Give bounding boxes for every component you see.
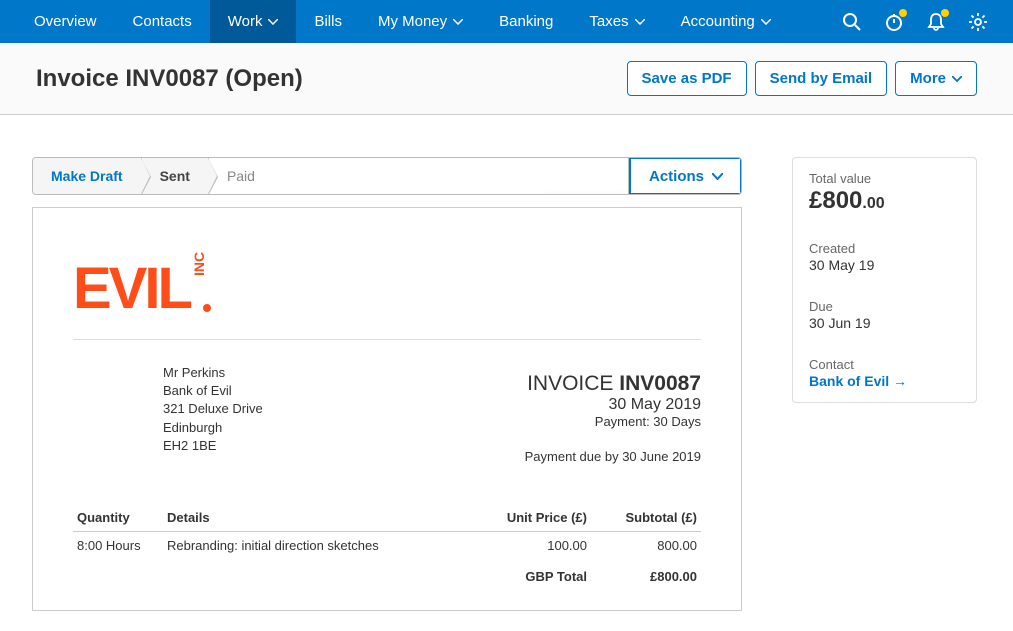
billing-address: Mr Perkins Bank of Evil 321 Deluxe Drive… [73,364,263,464]
created-value: 30 May 19 [809,257,960,273]
search-icon[interactable] [841,11,863,33]
timer-icon[interactable] [883,11,905,33]
invoice-date: 30 May 2019 [525,396,701,414]
invoice-top: Mr Perkins Bank of Evil 321 Deluxe Drive… [73,364,701,464]
status-bar: Make Draft Sent Paid Actions Apply exist… [32,157,742,195]
company-logo: EVIL INC [73,248,215,321]
nav-banking[interactable]: Banking [481,0,571,43]
total-value-amount: £800.00 [809,187,960,215]
chevron-down-icon [712,173,723,180]
chevron-down-icon [952,76,962,82]
invoice-title: INVOICE INV0087 [525,372,701,396]
created-label: Created [809,241,960,256]
status-make-draft[interactable]: Make Draft [33,158,142,194]
main-content: Make Draft Sent Paid Actions Apply exist… [0,115,1013,631]
col-unit-price: Unit Price (£) [481,504,591,532]
top-nav: Overview Contacts Work Bills My Money Ba… [0,0,1013,43]
contact-link[interactable]: Bank of Evil → [809,373,960,389]
save-pdf-button[interactable]: Save as PDF [627,61,747,96]
nav-overview[interactable]: Overview [16,0,115,43]
cell-subtotal: 800.00 [591,532,701,560]
nav-work[interactable]: Work [210,0,297,43]
left-column: Make Draft Sent Paid Actions Apply exist… [32,157,742,611]
nav-bills[interactable]: Bills [296,0,360,43]
page-header: Invoice INV0087 (Open) Save as PDF Send … [0,43,1013,115]
chevron-down-icon [268,19,278,25]
nav-my-money[interactable]: My Money [360,0,481,43]
summary-card: Total value £800.00 Created 30 May 19 Du… [792,157,977,403]
status-paid[interactable]: Paid [209,158,629,194]
nav-left: Overview Contacts Work Bills My Money Ba… [16,0,789,43]
addr-postcode: EH2 1BE [163,437,263,455]
more-button[interactable]: More [895,61,977,96]
addr-street: 321 Deluxe Drive [163,400,263,418]
bell-icon[interactable] [925,11,947,33]
nav-taxes[interactable]: Taxes [571,0,662,43]
cell-details: Rebranding: initial direction sketches [163,532,481,560]
col-details: Details [163,504,481,532]
due-label: Due [809,299,960,314]
chevron-down-icon [453,19,463,25]
invoice-meta: INVOICE INV0087 30 May 2019 Payment: 30 … [525,364,701,464]
total-value-label: Total value [809,171,960,186]
nav-accounting[interactable]: Accounting [663,0,789,43]
addr-company: Bank of Evil [163,382,263,400]
addr-name: Mr Perkins [163,364,263,382]
send-email-button[interactable]: Send by Email [755,61,888,96]
status-sent[interactable]: Sent [142,158,209,194]
nav-right [841,11,997,33]
actions-button[interactable]: Actions Apply existing credit note Creat… [629,158,741,194]
chevron-down-icon [635,19,645,25]
col-subtotal: Subtotal (£) [591,504,701,532]
cell-unit-price: 100.00 [481,532,591,560]
addr-city: Edinburgh [163,419,263,437]
svg-text:INC: INC [191,252,207,276]
page-title: Invoice INV0087 (Open) [36,65,303,93]
invoice-payment-terms: Payment: 30 Days [525,414,701,429]
notification-dot [899,9,907,17]
svg-text:EVIL: EVIL [73,256,191,318]
due-value: 30 Jun 19 [809,315,960,331]
table-row: 8:00 Hours Rebranding: initial direction… [73,532,701,560]
nav-contacts[interactable]: Contacts [115,0,210,43]
gear-icon[interactable] [967,11,989,33]
notification-dot [941,9,949,17]
invoice-document: EVIL INC Mr Perkins Bank of Evil 321 Del… [32,207,742,611]
invoice-table: Quantity Details Unit Price (£) Subtotal… [73,504,701,590]
contact-label: Contact [809,357,960,372]
header-actions: Save as PDF Send by Email More [627,61,977,96]
col-quantity: Quantity [73,504,163,532]
invoice-due-text: Payment due by 30 June 2019 [525,449,701,464]
chevron-down-icon [761,19,771,25]
cell-qty: 8:00 Hours [73,532,163,560]
